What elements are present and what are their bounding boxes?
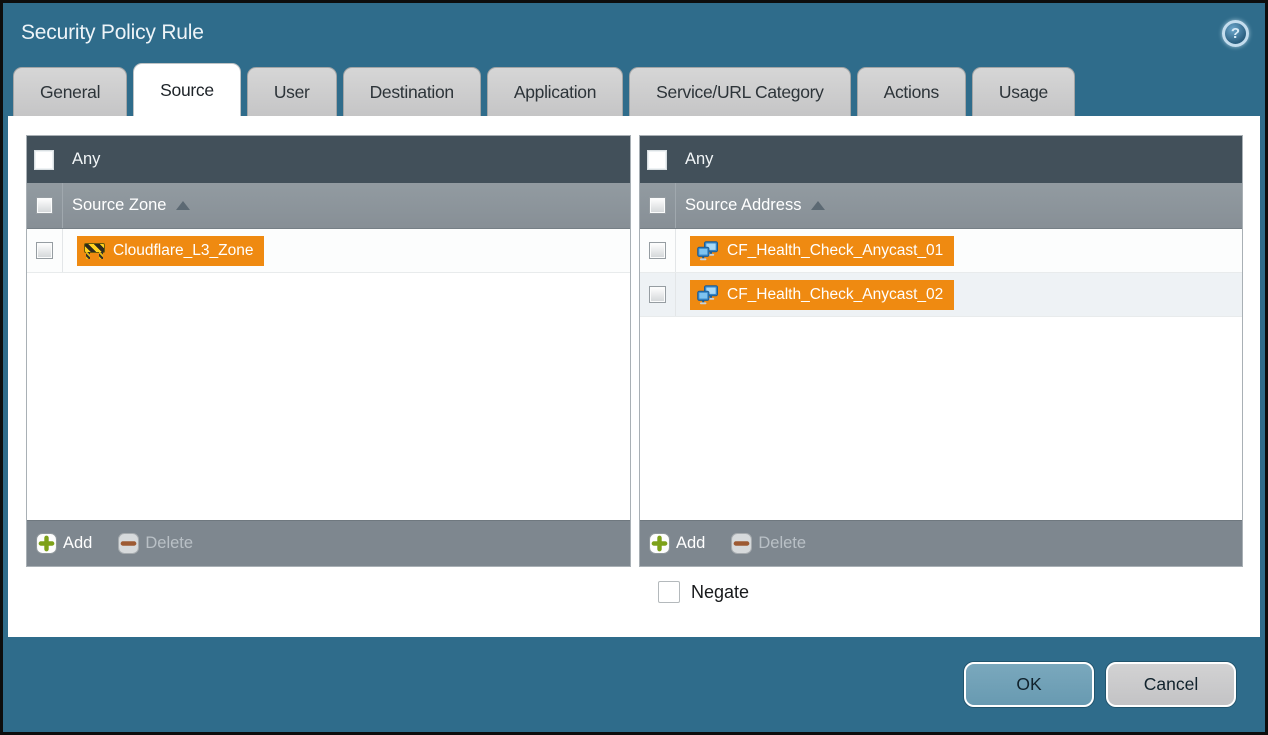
security-policy-rule-dialog: Security Policy Rule ? General Source Us… xyxy=(0,0,1268,735)
address-object-label: CF_Health_Check_Anycast_01 xyxy=(727,242,943,260)
tab-application[interactable]: Application xyxy=(487,67,623,116)
add-icon xyxy=(36,533,57,554)
source-address-list: CF_Health_Check_Anycast_01 xyxy=(640,229,1242,520)
address-icon xyxy=(697,241,719,261)
source-zone-list: Cloudflare_L3_Zone xyxy=(27,229,630,520)
panels-container: Any Source Zone xyxy=(26,135,1250,567)
tab-destination[interactable]: Destination xyxy=(343,67,481,116)
dialog-title: Security Policy Rule xyxy=(21,21,204,45)
add-icon xyxy=(649,533,670,554)
cancel-button[interactable]: Cancel xyxy=(1106,662,1236,707)
delete-button-label: Delete xyxy=(758,534,806,553)
source-address-column-header[interactable]: Source Address xyxy=(640,183,1242,229)
source-zone-column-label: Source Zone xyxy=(72,196,166,215)
delete-button-label: Delete xyxy=(145,534,193,553)
table-row: CF_Health_Check_Anycast_01 xyxy=(640,229,1242,273)
add-button-label: Add xyxy=(63,534,92,553)
negate-checkbox[interactable] xyxy=(658,581,680,603)
source-zone-any-bar: Any xyxy=(27,136,630,183)
tab-usage[interactable]: Usage xyxy=(972,67,1075,116)
source-zone-panel: Any Source Zone xyxy=(26,135,631,567)
delete-button[interactable]: Delete xyxy=(731,533,806,554)
tab-general[interactable]: General xyxy=(13,67,127,116)
source-address-column-label: Source Address xyxy=(685,196,801,215)
source-zone-select-all-checkbox[interactable] xyxy=(36,197,53,214)
source-address-any-checkbox[interactable] xyxy=(647,150,667,170)
zone-icon xyxy=(84,242,105,259)
help-icon[interactable]: ? xyxy=(1222,20,1249,47)
negate-label: Negate xyxy=(691,582,749,603)
table-row: CF_Health_Check_Anycast_02 xyxy=(640,273,1242,317)
add-button[interactable]: Add xyxy=(36,533,92,554)
tab-service-url-category[interactable]: Service/URL Category xyxy=(629,67,850,116)
source-address-panel: Any Source Address xyxy=(639,135,1243,567)
delete-icon xyxy=(118,533,139,554)
tab-actions[interactable]: Actions xyxy=(857,67,966,116)
sort-ascending-icon xyxy=(176,201,190,210)
sort-ascending-icon xyxy=(811,201,825,210)
delete-icon xyxy=(731,533,752,554)
address-object-label: CF_Health_Check_Anycast_02 xyxy=(727,286,943,304)
row-checkbox[interactable] xyxy=(649,286,666,303)
tab-user[interactable]: User xyxy=(247,67,337,116)
address-object-tag[interactable]: CF_Health_Check_Anycast_01 xyxy=(690,236,954,266)
zone-object-label: Cloudflare_L3_Zone xyxy=(113,242,253,260)
row-checkbox[interactable] xyxy=(649,242,666,259)
tab-source[interactable]: Source xyxy=(133,63,241,116)
source-address-footer: Add Delete xyxy=(640,520,1242,566)
address-icon xyxy=(697,285,719,305)
source-zone-any-label: Any xyxy=(72,150,100,169)
source-zone-any-checkbox[interactable] xyxy=(34,150,54,170)
negate-row: Negate xyxy=(658,581,1250,603)
zone-object-tag[interactable]: Cloudflare_L3_Zone xyxy=(77,236,264,266)
tab-bar: General Source User Destination Applicat… xyxy=(3,63,1265,116)
source-address-any-bar: Any xyxy=(640,136,1242,183)
table-row: Cloudflare_L3_Zone xyxy=(27,229,630,273)
dialog-action-bar: OK Cancel xyxy=(3,637,1265,732)
source-zone-footer: Add Delete xyxy=(27,520,630,566)
add-button-label: Add xyxy=(676,534,705,553)
source-zone-column-header[interactable]: Source Zone xyxy=(27,183,630,229)
address-object-tag[interactable]: CF_Health_Check_Anycast_02 xyxy=(690,280,954,310)
source-tab-content: Any Source Zone xyxy=(8,116,1260,637)
delete-button[interactable]: Delete xyxy=(118,533,193,554)
source-address-select-all-checkbox[interactable] xyxy=(649,197,666,214)
source-address-any-label: Any xyxy=(685,150,713,169)
ok-button[interactable]: OK xyxy=(964,662,1094,707)
add-button[interactable]: Add xyxy=(649,533,705,554)
dialog-titlebar: Security Policy Rule ? xyxy=(3,3,1265,63)
row-checkbox[interactable] xyxy=(36,242,53,259)
